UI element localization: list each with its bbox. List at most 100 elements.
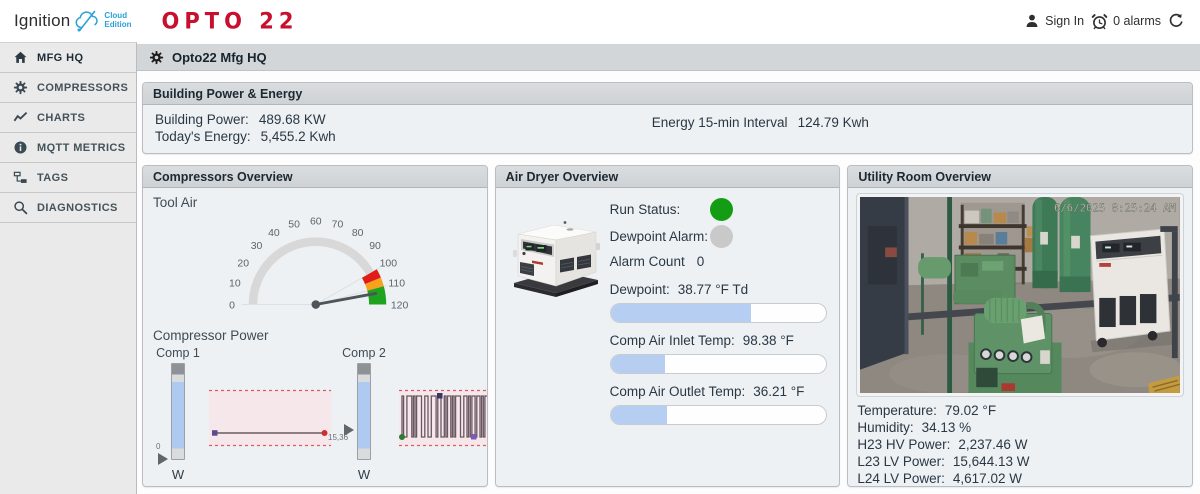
todays-energy-value: 5,455.2 Kwh	[260, 128, 336, 144]
h23-hv-power-label: H23 HV Power:	[857, 437, 951, 452]
sidebar-item-charts[interactable]: CHARTS	[0, 103, 136, 133]
alarm-clock-icon	[1091, 13, 1108, 29]
camera-timestamp: 6/6/2025 8:25:24 AM	[1054, 202, 1176, 215]
todays-energy-label: Today's Energy:	[155, 128, 251, 144]
ignition-wordmark: Ignition	[14, 11, 71, 30]
camera-feed: 6/6/2025 8:25:24 AM	[856, 193, 1185, 397]
outlet-temp-label: Comp Air Outlet Temp:	[609, 384, 746, 399]
sidebar-item-diagnostics[interactable]: DIAGNOSTICS	[0, 193, 136, 223]
l23-lv-power-label: L23 LV Power:	[857, 454, 945, 469]
sidebar-item-label: DIAGNOSTICS	[37, 201, 118, 214]
alarm-count-value: 0	[696, 253, 705, 269]
gauge-title: Tool Air	[153, 195, 198, 210]
interval-value: 124.79 Kwh	[797, 115, 869, 130]
l24-lv-power-value: 4,617.02 W	[952, 471, 1022, 486]
svg-text:20: 20	[237, 258, 249, 269]
h23-hv-power-value: 2,237.46 W	[958, 437, 1028, 452]
tags-icon	[13, 171, 27, 183]
svg-text:50: 50	[288, 219, 300, 230]
svg-text:0: 0	[229, 300, 235, 311]
search-icon	[14, 201, 28, 215]
comp2-indicator: Comp 2 15,36 W	[328, 346, 387, 482]
ignition-logo: Ignition Cloud Edition OPTO 22	[14, 8, 299, 34]
dewpoint-bar	[609, 303, 828, 323]
building-power-value: 489.68 KW	[258, 112, 326, 127]
sidebar-item-mqtt-metrics[interactable]: MQTT METRICS	[0, 133, 136, 163]
utility-readings: Temperature: 79.02 °F Humidity: 34.13 % H2…	[857, 402, 1183, 486]
gear-icon	[149, 50, 164, 64]
sidebar-item-label: MQTT METRICS	[37, 141, 126, 154]
camera-image: 6/6/2025 8:25:24 AM	[860, 197, 1181, 393]
sidebar-item-mfg-hq[interactable]: MFG HQ	[0, 43, 136, 73]
comp1-pointer	[158, 453, 168, 465]
svg-text:100: 100	[380, 258, 398, 269]
cloud-icon	[75, 10, 99, 32]
building-power-panel: Building Power & Energy Building Power: …	[142, 82, 1193, 154]
opto22-logo: OPTO 22	[161, 8, 299, 34]
air-dryer-panel: Air Dryer Overview Run Status: Dewpoint …	[494, 165, 841, 487]
dewpoint-value: 38.77 °F Td	[677, 282, 749, 297]
svg-text:70: 70	[332, 219, 344, 230]
panel-title: Utility Room Overview	[848, 166, 1193, 188]
comp2-level-bar: 15,36	[328, 363, 371, 460]
svg-text:10: 10	[229, 279, 241, 290]
comp1-level-bar: 0	[156, 363, 185, 465]
outlet-temp-bar-fill	[610, 406, 667, 424]
dewpoint-label: Dewpoint:	[609, 282, 670, 297]
cloud-edition-label: Cloud Edition	[104, 11, 132, 29]
sign-in-label: Sign In	[1045, 14, 1085, 28]
sidebar-item-label: TAGS	[37, 171, 69, 184]
svg-text:60: 60	[310, 217, 322, 228]
run-status-led	[709, 198, 733, 221]
refresh-button[interactable]	[1168, 13, 1184, 29]
tool-air-gauge: 01020304050 60 708090100110120	[229, 217, 409, 312]
compressor-power-title: Compressor Power	[153, 328, 269, 343]
sidebar-item-label: COMPRESSORS	[37, 81, 129, 94]
inlet-temp-value: 98.38 °F	[742, 333, 794, 348]
alarm-count-label: Alarm Count	[609, 253, 685, 269]
air-dryer-image	[508, 210, 604, 425]
l23-lv-power-value: 15,644.13 W	[952, 454, 1030, 469]
temperature-value: 79.02 °F	[944, 403, 997, 418]
run-status-label: Run Status:	[609, 202, 681, 217]
dewpoint-alarm-label: Dewpoint Alarm:	[609, 229, 708, 244]
outlet-temp-bar	[609, 405, 828, 425]
user-icon	[1026, 14, 1038, 27]
sidebar-item-compressors[interactable]: COMPRESSORS	[0, 73, 136, 103]
inlet-temp-bar	[609, 354, 828, 374]
interval-label: Energy 15-min Interval	[651, 115, 788, 130]
humidity-value: 34.13 %	[921, 420, 972, 435]
sidebar-item-tags[interactable]: TAGS	[0, 163, 136, 193]
humidity-label: Humidity:	[857, 420, 914, 435]
comp1-unit: W	[171, 467, 185, 482]
comp2-sparkline	[399, 389, 487, 447]
alarms-button[interactable]: 0 alarms	[1091, 13, 1161, 30]
refresh-icon	[1169, 13, 1183, 27]
comp2-unit: W	[357, 467, 371, 482]
info-icon	[14, 141, 27, 154]
chart-line-icon	[13, 111, 28, 122]
svg-text:110: 110	[388, 279, 405, 290]
comp1-sparkline	[209, 389, 331, 447]
panel-title: Compressors Overview	[143, 166, 487, 188]
home-icon	[14, 51, 27, 63]
building-power-label: Building Power:	[155, 112, 249, 127]
panel-title: Air Dryer Overview	[495, 166, 840, 188]
compressors-panel: Compressors Overview Tool Air 0 10 20 30 40 5…	[142, 165, 488, 487]
comp2-value-label: 15,36	[328, 433, 349, 442]
temperature-label: Temperature:	[857, 403, 937, 418]
sign-in-button[interactable]: Sign In	[1024, 13, 1084, 29]
comp2-label: Comp 2	[342, 346, 386, 360]
svg-text:120: 120	[391, 300, 409, 311]
sidebar-item-label: CHARTS	[37, 111, 86, 124]
utility-room-panel: Utility Room Overview 6/6/2025 8:25:24 A…	[847, 165, 1194, 487]
panel-title: Building Power & Energy	[143, 83, 1192, 105]
gear-icon	[13, 80, 28, 95]
view-header[interactable]: Opto22 Mfg HQ	[137, 44, 1200, 71]
sidebar: MFG HQ COMPRESSORS CHARTS MQTT METRICS T…	[0, 42, 137, 494]
svg-text:90: 90	[369, 241, 381, 252]
inlet-temp-label: Comp Air Inlet Temp:	[609, 333, 735, 348]
outlet-temp-value: 36.21 °F	[753, 384, 805, 399]
dewpoint-bar-fill	[610, 304, 751, 322]
svg-text:40: 40	[268, 228, 280, 239]
